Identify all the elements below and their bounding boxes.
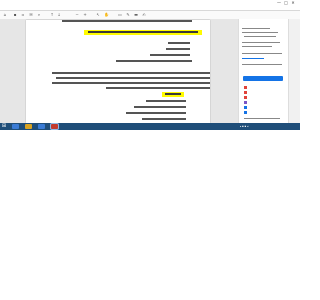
text-line	[166, 48, 190, 50]
select-icon[interactable]: ↖	[96, 13, 100, 17]
panel-text-line	[242, 32, 278, 33]
tool-item[interactable]	[244, 111, 282, 115]
text-line	[142, 118, 186, 120]
text-line	[126, 112, 186, 114]
panel-text-line	[242, 46, 272, 47]
panel-text-line	[244, 118, 280, 119]
pdf-icon	[244, 86, 247, 89]
screenshot-region: — □ ✕ ⌂ ▪ ▫ ✉ ⌕ ↑ ↓ − + ↖ ✋ ▭ ✎ ▬ ✍ ⊞ ▴ …	[0, 0, 300, 130]
hand-icon[interactable]: ✋	[104, 13, 109, 17]
tool-item[interactable]	[244, 91, 282, 95]
system-tray-icons[interactable]: ▴ ▪ ▪ ◂	[240, 123, 248, 130]
text-line	[165, 93, 181, 95]
taskbar-ie-icon[interactable]	[12, 124, 19, 129]
text-line	[106, 87, 210, 89]
text-line	[52, 72, 210, 74]
pen-icon[interactable]: ✎	[126, 13, 130, 17]
sign-tool-icon	[244, 101, 247, 104]
text-line	[88, 31, 198, 33]
combine-icon	[244, 96, 247, 99]
comment-icon[interactable]: ▭	[118, 13, 122, 17]
text-line	[52, 82, 210, 84]
os-taskbar: ⊞ ▴ ▪ ▪ ◂	[0, 123, 300, 130]
taskbar-acrobat-icon[interactable]	[51, 124, 58, 129]
save-icon[interactable]: ▪	[13, 13, 17, 17]
text-line	[168, 42, 190, 44]
tool-item[interactable]	[244, 86, 282, 90]
tool-item[interactable]	[244, 106, 282, 110]
tool-item[interactable]	[244, 96, 282, 100]
text-line	[146, 100, 186, 102]
text-line	[150, 54, 190, 56]
zoom-in-icon[interactable]: +	[83, 13, 87, 17]
panel-text-line	[242, 42, 280, 43]
document-page[interactable]	[26, 20, 210, 123]
mail-icon[interactable]: ✉	[29, 13, 33, 17]
panel-link[interactable]	[242, 58, 264, 59]
search-icon[interactable]: ⌕	[37, 13, 41, 17]
page-up-icon[interactable]: ↑	[50, 13, 54, 17]
tool-item[interactable]	[244, 101, 282, 105]
page-down-icon[interactable]: ↓	[57, 13, 61, 17]
print-icon[interactable]: ▫	[21, 13, 25, 17]
edit-icon	[244, 91, 247, 94]
text-line	[116, 60, 192, 62]
text-line	[62, 20, 192, 22]
panel-text-line	[242, 28, 270, 29]
taskbar-folder-icon[interactable]	[25, 124, 32, 129]
start-icon[interactable]: ⊞	[1, 123, 7, 130]
format-dropdown[interactable]	[242, 64, 282, 65]
panel-text-line	[242, 53, 282, 54]
zoom-out-icon[interactable]: −	[75, 13, 79, 17]
text-line	[134, 106, 186, 108]
export-button[interactable]	[243, 76, 283, 81]
share-icon	[244, 106, 247, 109]
highlight-icon[interactable]: ▬	[134, 13, 138, 17]
send-icon	[244, 111, 247, 114]
vertical-scrollbar[interactable]	[288, 19, 300, 123]
sign-icon[interactable]: ✍	[142, 13, 146, 17]
text-line	[56, 77, 210, 79]
home-icon[interactable]: ⌂	[3, 13, 7, 17]
taskbar-app-icon[interactable]	[38, 124, 45, 129]
panel-text-line	[244, 36, 276, 37]
